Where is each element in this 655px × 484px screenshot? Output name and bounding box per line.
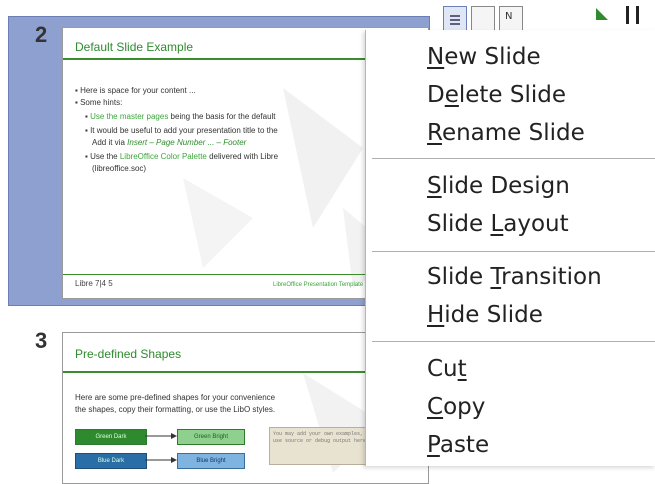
menu-item-rename-slide[interactable]: Rename Slide (427, 120, 585, 146)
shape-blue-bright: Blue Bright (177, 453, 245, 469)
slide-title: Default Slide Example (75, 40, 194, 54)
menu-item-cut[interactable]: Cut (427, 356, 467, 382)
bullet-line: ▪ Use the master pages being the basis f… (85, 112, 276, 121)
menu-item-slide-transition[interactable]: Slide Transition (427, 264, 602, 290)
shape-green-bright: Green Bright (177, 429, 245, 445)
bullet-line: ▪ Some hints: (75, 98, 123, 107)
slide-number: 2 (35, 22, 48, 47)
context-menu: New Slide Delete Slide Rename Slide Slid… (365, 30, 655, 466)
arrow-icon (145, 457, 177, 463)
toolbar: N (440, 0, 655, 34)
menu-item-hide-slide[interactable]: Hide Slide (427, 302, 543, 328)
menu-item-copy[interactable]: Copy (427, 394, 485, 420)
bullet-line: (libreoffice.soc) (92, 164, 147, 173)
bullet-line: ▪ Use the LibreOffice Color Palette deli… (85, 152, 279, 161)
menu-item-slide-layout[interactable]: Slide Layout (427, 211, 569, 237)
bullet-line: ▪ It would be useful to add your present… (85, 126, 278, 135)
menu-separator (372, 158, 655, 159)
bullet-line: ▪ Here is space for your content ... (75, 86, 196, 95)
shape-blue-dark: Blue Dark (75, 453, 147, 469)
arrow-icon (145, 433, 177, 439)
menu-separator (372, 251, 655, 252)
slide-text: Here are some pre-defined shapes for you… (75, 393, 276, 402)
menu-item-paste[interactable]: Paste (427, 432, 489, 458)
toolbar-icon[interactable] (590, 4, 650, 24)
slide-number: 3 (35, 328, 48, 353)
menu-item-delete-slide[interactable]: Delete Slide (427, 82, 566, 108)
bullet-line: Add it via Insert – Page Number ... – Fo… (92, 138, 247, 147)
code-note: You may add your own examples, use sourc… (269, 427, 377, 465)
slide-text: the shapes, copy their formatting, or us… (75, 405, 276, 414)
svg-text:N: N (505, 11, 512, 22)
shape-green-dark: Green Dark (75, 429, 147, 445)
slide-footer: LibreOffice Presentation Template (273, 282, 364, 288)
libreoffice-logo: Libre 7|4 5 (75, 279, 113, 288)
menu-item-slide-design[interactable]: Slide Design (427, 173, 570, 199)
slide-title: Pre-defined Shapes (75, 347, 182, 361)
menu-item-new-slide[interactable]: New Slide (427, 44, 541, 70)
menu-separator (372, 341, 655, 342)
